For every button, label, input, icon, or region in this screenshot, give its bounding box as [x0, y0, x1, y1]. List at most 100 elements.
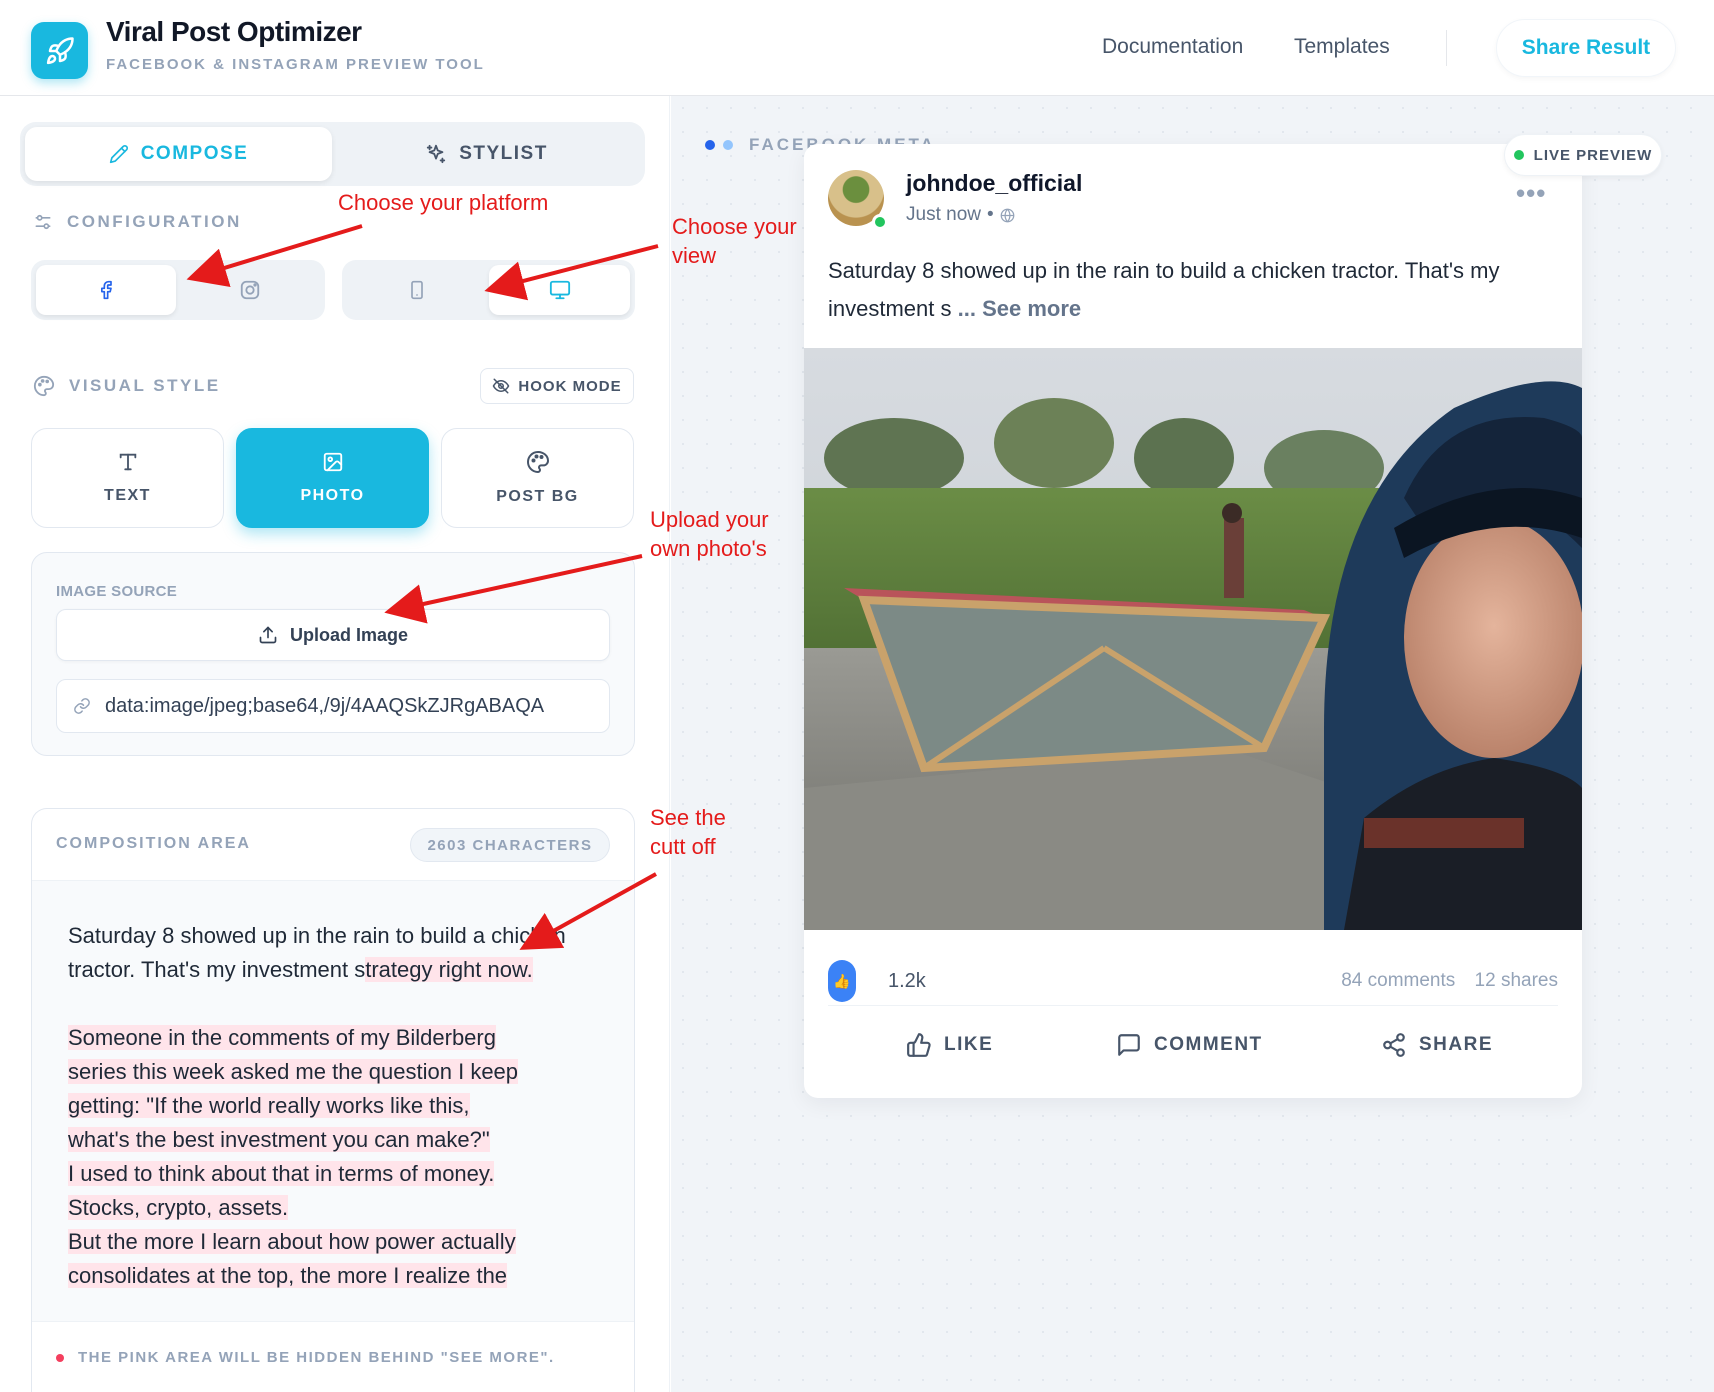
post-username: johndoe_official [906, 170, 1083, 196]
platform-instagram-button[interactable] [180, 265, 320, 315]
nav-divider [1446, 30, 1447, 66]
character-count-badge: 2603 CHARACTERS [410, 828, 610, 862]
live-preview-badge: LIVE PREVIEW [1504, 134, 1662, 176]
composition-paragraph-2: Someone in the comments of my Bilderberg… [68, 1021, 598, 1293]
style-text-label: TEXT [104, 487, 151, 504]
image-source-label: IMAGE SOURCE [56, 583, 178, 600]
composition-area: COMPOSITION AREA 2603 CHARACTERS Saturda… [31, 808, 635, 1392]
hidden-text-line: Stocks, crypto, assets. [68, 1195, 289, 1220]
eye-off-icon [493, 378, 510, 394]
comment-icon [1118, 1034, 1140, 1056]
image-source-card: IMAGE SOURCE Upload Image data:image/jpe… [31, 552, 635, 756]
image-url-value: data:image/jpeg;base64,/9j/4AAQSkZJRgABA… [105, 694, 545, 717]
annotation-cutoff-line-2: cutt off [650, 834, 716, 859]
image-icon [323, 452, 342, 472]
share-count[interactable]: 12 shares [1475, 970, 1558, 991]
live-preview-label: LIVE PREVIEW [1533, 146, 1653, 164]
nav-templates[interactable]: Templates [1294, 35, 1390, 59]
pencil-icon [109, 145, 128, 164]
warning-dot-icon [56, 1353, 64, 1362]
upload-icon [259, 626, 277, 644]
style-post-bg-button[interactable]: POST BG [441, 428, 634, 528]
globe-icon [1000, 208, 1015, 222]
phone-icon [411, 280, 423, 300]
sliders-icon [35, 214, 51, 230]
composition-title: COMPOSITION AREA [56, 835, 251, 852]
facebook-icon [101, 280, 112, 300]
hidden-area-note: THE PINK AREA WILL BE HIDDEN BEHIND "SEE… [78, 1349, 555, 1366]
tab-stylist[interactable]: STYLIST [333, 127, 640, 181]
share-result-button[interactable]: Share Result [1496, 19, 1676, 77]
reactions-row: 👍 ♥ 1.2k 84 comments 12 shares [828, 956, 1558, 1006]
post-caption: Saturday 8 showed up in the rain to buil… [828, 252, 1548, 328]
comment-label: COMMENT [1154, 1034, 1263, 1055]
style-photo-button[interactable]: PHOTO [236, 428, 429, 528]
tab-compose-label: COMPOSE [140, 143, 249, 164]
upload-image-button[interactable]: Upload Image [56, 609, 610, 661]
hidden-text: trategy right now. [365, 957, 533, 982]
annotation-cutoff: See the cutt off [650, 803, 726, 861]
indicator-dot-icon [705, 140, 715, 150]
composition-header: COMPOSITION AREA 2603 CHARACTERS [32, 809, 634, 881]
image-url-input[interactable]: data:image/jpeg;base64,/9j/4AAQSkZJRgABA… [56, 679, 610, 733]
annotation-view-line-2: view [672, 243, 717, 268]
comment-count[interactable]: 84 comments [1341, 970, 1455, 991]
annotation-upload-line-1: Upload your [650, 507, 769, 532]
post-caption-text: Saturday 8 showed up in the rain to buil… [828, 258, 1500, 321]
text-type-icon [119, 453, 136, 471]
palette-icon [33, 375, 55, 397]
style-text-button[interactable]: TEXT [31, 428, 224, 528]
view-selector [342, 260, 635, 320]
hidden-text-line: But the more I learn about how power act… [68, 1229, 516, 1254]
style-post-bg-label: POST BG [496, 488, 579, 505]
thumbs-up-icon [907, 1033, 931, 1057]
app-header: Viral Post Optimizer FACEBOOK & INSTAGRA… [0, 0, 1714, 96]
annotation-upload: Upload your own photo's [650, 505, 769, 563]
upload-image-label: Upload Image [289, 624, 409, 645]
annotation-view: Choose your view [672, 212, 797, 270]
visual-style-label: VISUAL STYLE [69, 376, 221, 395]
platform-facebook-button[interactable] [36, 265, 176, 315]
sparkles-icon [427, 144, 446, 164]
share-label: SHARE [1419, 1034, 1494, 1055]
post-meta: Just now • [906, 204, 1015, 226]
composition-footer: THE PINK AREA WILL BE HIDDEN BEHIND "SEE… [32, 1321, 634, 1392]
composition-paragraph-1: Saturday 8 showed up in the rain to buil… [68, 919, 598, 987]
post-photo [804, 348, 1582, 930]
facebook-post-preview: johndoe_official Just now • ••• Saturday… [804, 144, 1582, 1098]
indicator-dot-icon [723, 140, 733, 150]
view-mobile-button[interactable] [347, 265, 487, 315]
share-icon [1383, 1033, 1405, 1057]
configuration-heading: CONFIGURATION [33, 212, 242, 232]
palette-icon [526, 450, 549, 474]
link-icon [74, 698, 90, 714]
tab-stylist-label: STYLIST [459, 143, 548, 164]
view-desktop-button[interactable] [489, 265, 630, 315]
engagement-stats: 84 comments 12 shares [1327, 970, 1558, 992]
separator-dot: • [986, 204, 994, 225]
comment-button[interactable]: COMMENT [1116, 1032, 1263, 1058]
like-reaction-icon: 👍 [828, 960, 856, 1002]
see-more-link[interactable]: ... See more [958, 296, 1082, 321]
annotation-cutoff-line-1: See the [650, 805, 726, 830]
like-button[interactable]: LIKE [906, 1032, 993, 1058]
reaction-count: 1.2k [888, 970, 926, 992]
hidden-text-line: Someone in the comments of my Bilderberg [68, 1025, 496, 1050]
hidden-text-line: consolidates at the top, the more I real… [68, 1263, 508, 1288]
share-button[interactable]: SHARE [1381, 1032, 1493, 1058]
post-time: Just now [906, 204, 981, 225]
hook-mode-button[interactable]: HOOK MODE [480, 368, 634, 404]
more-options-icon[interactable]: ••• [1516, 178, 1546, 209]
hook-mode-label: HOOK MODE [518, 377, 622, 395]
composition-textarea[interactable]: Saturday 8 showed up in the rain to buil… [32, 881, 634, 1321]
hidden-text-line: getting: "If the world really works like… [68, 1093, 470, 1118]
app-title: Viral Post Optimizer [106, 16, 362, 47]
annotation-upload-line-2: own photo's [650, 536, 767, 561]
hidden-text-line: what's the best investment you can make?… [68, 1127, 490, 1152]
configuration-label: CONFIGURATION [67, 212, 242, 231]
nav-documentation[interactable]: Documentation [1102, 35, 1243, 59]
monitor-icon [549, 280, 570, 300]
live-dot-icon [1513, 150, 1524, 160]
editor-panel: COMPOSE STYLIST CONFIGURATION VISUAL STY… [0, 96, 670, 1392]
tab-compose[interactable]: COMPOSE [25, 127, 332, 181]
